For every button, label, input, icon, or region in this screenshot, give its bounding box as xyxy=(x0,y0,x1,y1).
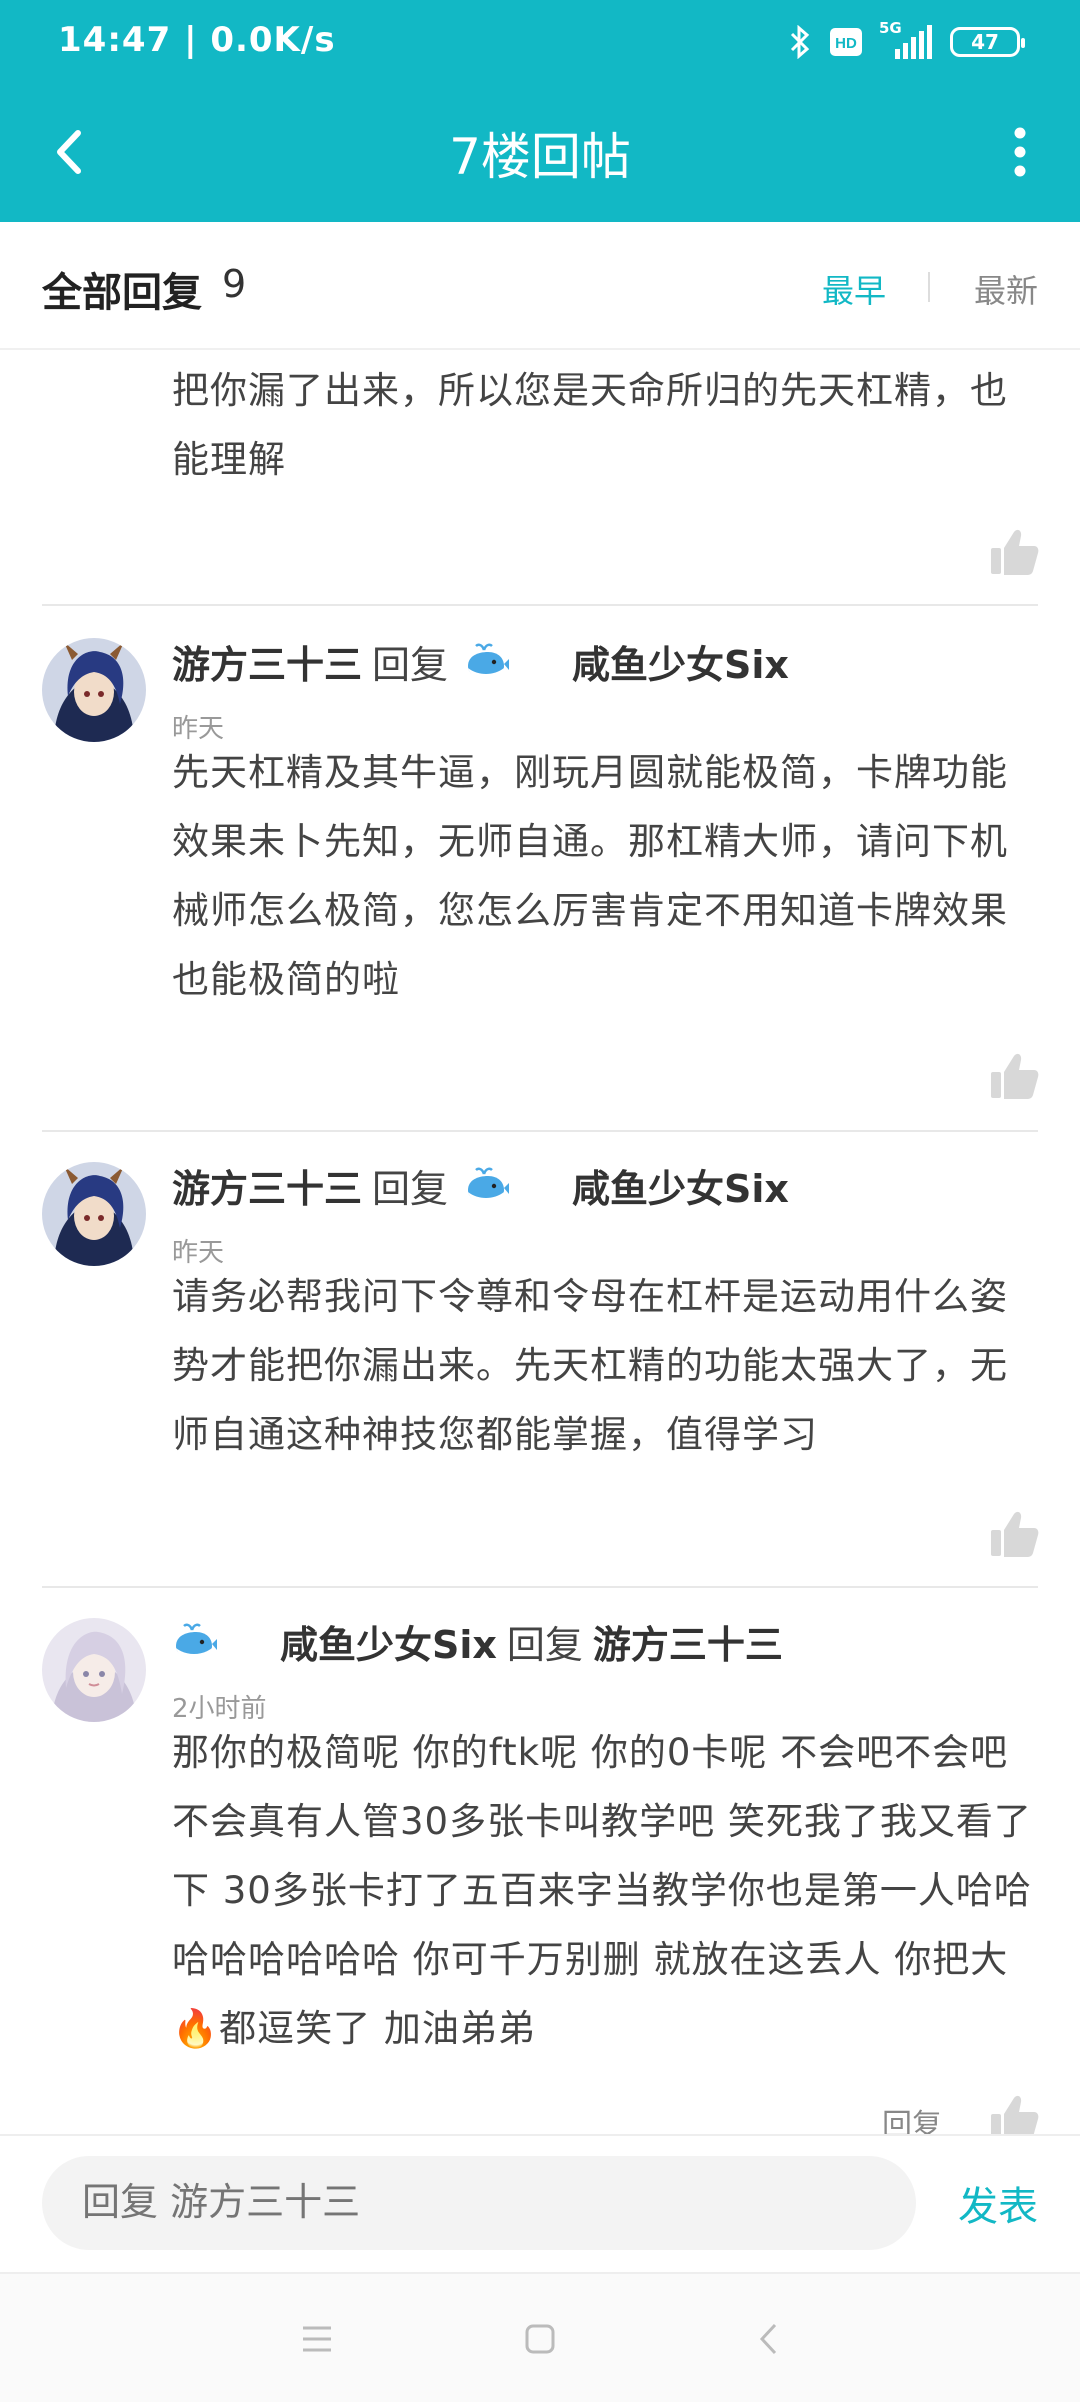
comment-body-part: 都逗笑了 加油弟弟 xyxy=(219,2007,536,2050)
sort-bar: 全部回复 9 最早 最新 xyxy=(0,222,1080,350)
whale-badge-icon xyxy=(176,1623,217,1659)
reply-word: 回复 xyxy=(506,1623,583,1667)
reply-input-bar: 发表 xyxy=(0,2134,1080,2274)
menu-icon xyxy=(303,2326,331,2352)
comment-body-part: 那你的极简呢 你的ftk呢 你的0卡呢 不会吧不会吧不会真有人管30多张卡叫教学… xyxy=(172,1731,1032,1981)
comment-item[interactable]: 咸鱼少女Six 回复 游方三十三 2小时前 那你的极简呢 你的ftk呢 你的0卡… xyxy=(0,1588,1080,2134)
author-name[interactable]: 游方三十三 xyxy=(172,634,362,689)
comment-meta: 咸鱼少女Six 回复 游方三十三 xyxy=(172,1614,783,1669)
menu-button[interactable] xyxy=(292,2314,342,2364)
avatar-image xyxy=(42,1162,146,1266)
reply-input[interactable] xyxy=(82,2180,862,2224)
send-button[interactable]: 发表 xyxy=(958,2174,1038,2232)
app-bar: 7楼回帖 xyxy=(0,82,1080,222)
reply-target-name[interactable]: 咸鱼少女Six xyxy=(572,1158,789,1213)
avatar-image xyxy=(42,1618,146,1722)
fire-emoji-icon: 🔥 xyxy=(172,2007,220,2050)
status-icons: HD 5G 47 xyxy=(789,19,1025,62)
comment-meta: 游方三十三 回复 咸鱼少女Six xyxy=(172,634,789,689)
avatar[interactable] xyxy=(42,1162,146,1266)
comment-body: 请务必帮我问下令尊和令母在杠杆是运动用什么姿势才能把你漏出来。先天杠精的功能太强… xyxy=(172,1275,1008,1456)
whale-badge-icon xyxy=(468,1167,510,1203)
avatar[interactable] xyxy=(42,638,146,742)
reply-target-name[interactable]: 咸鱼少女Six xyxy=(572,634,789,689)
reply-word: 回复 xyxy=(372,643,449,687)
svg-text:HD: HD xyxy=(835,35,857,52)
more-button[interactable] xyxy=(980,112,1060,192)
home-square-icon xyxy=(525,2324,555,2354)
status-time: 14:47 | 0.0K/s xyxy=(58,20,336,60)
more-vertical-icon xyxy=(1014,127,1026,177)
like-icon[interactable] xyxy=(988,526,1040,578)
page-title: 7楼回帖 xyxy=(449,128,631,186)
sort-earliest-button[interactable]: 最早 xyxy=(822,266,886,312)
home-button[interactable] xyxy=(515,2314,565,2364)
sort-divider xyxy=(928,272,930,302)
reply-input-container[interactable] xyxy=(42,2156,916,2250)
hd-icon: HD xyxy=(830,28,862,56)
reply-button[interactable]: 回复 xyxy=(882,2100,942,2134)
battery-level: 47 xyxy=(971,30,999,54)
comment-divider xyxy=(42,604,1038,606)
comment-body: 先天杠精及其牛逼，刚玩月圆就能极简，卡牌功能效果未卜先知，无师自通。那杠精大师，… xyxy=(172,751,1008,1001)
sort-newest-button[interactable]: 最新 xyxy=(974,266,1038,312)
signal-icon: 5G xyxy=(879,19,932,59)
comment-item[interactable]: 游方三十三 回复 咸鱼少女Six 昨天 请务必帮我问下令尊和令母在杠杆是运动用什… xyxy=(0,1132,1080,1588)
reply-count: 9 xyxy=(222,262,247,306)
comment-item: 把你漏了出来，所以您是天命所归的先天杠精，也能理解 xyxy=(0,348,1080,608)
status-bar: 14:47 | 0.0K/s HD 5G 47 xyxy=(0,0,1080,82)
comment-body: 那你的极简呢 你的ftk呢 你的0卡呢 不会吧不会吧不会真有人管30多张卡叫教学… xyxy=(172,1718,1042,2063)
all-replies-label: 全部回复 xyxy=(42,270,202,316)
reply-word: 回复 xyxy=(372,1167,449,1211)
whale-badge-icon xyxy=(468,643,510,679)
avatar[interactable] xyxy=(42,1618,146,1722)
nav-back-button[interactable] xyxy=(744,2314,794,2364)
comment-list[interactable]: 把你漏了出来，所以您是天命所归的先天杠精，也能理解 游方三十三 回复 咸鱼少女S… xyxy=(0,348,1080,2134)
comment-meta: 游方三十三 回复 咸鱼少女Six xyxy=(172,1158,789,1213)
author-name[interactable]: 游方三十三 xyxy=(172,1158,362,1213)
reply-target-name[interactable]: 游方三十三 xyxy=(593,1614,783,1669)
back-triangle-icon xyxy=(759,2323,777,2355)
author-name[interactable]: 咸鱼少女Six xyxy=(280,1614,497,1669)
network-type: 5G xyxy=(879,19,902,37)
like-icon[interactable] xyxy=(988,1050,1040,1102)
comment-body: 把你漏了出来，所以您是天命所归的先天杠精，也能理解 xyxy=(172,369,1008,481)
bluetooth-icon xyxy=(790,25,810,59)
system-nav-bar xyxy=(0,2272,1080,2402)
battery-icon: 47 xyxy=(950,27,1025,57)
comment-item[interactable]: 游方三十三 回复 咸鱼少女Six 昨天 先天杠精及其牛逼，刚玩月圆就能极简，卡牌… xyxy=(0,608,1080,1132)
avatar-image xyxy=(42,638,146,742)
like-icon[interactable] xyxy=(988,1508,1040,1560)
like-icon[interactable] xyxy=(988,2092,1040,2134)
